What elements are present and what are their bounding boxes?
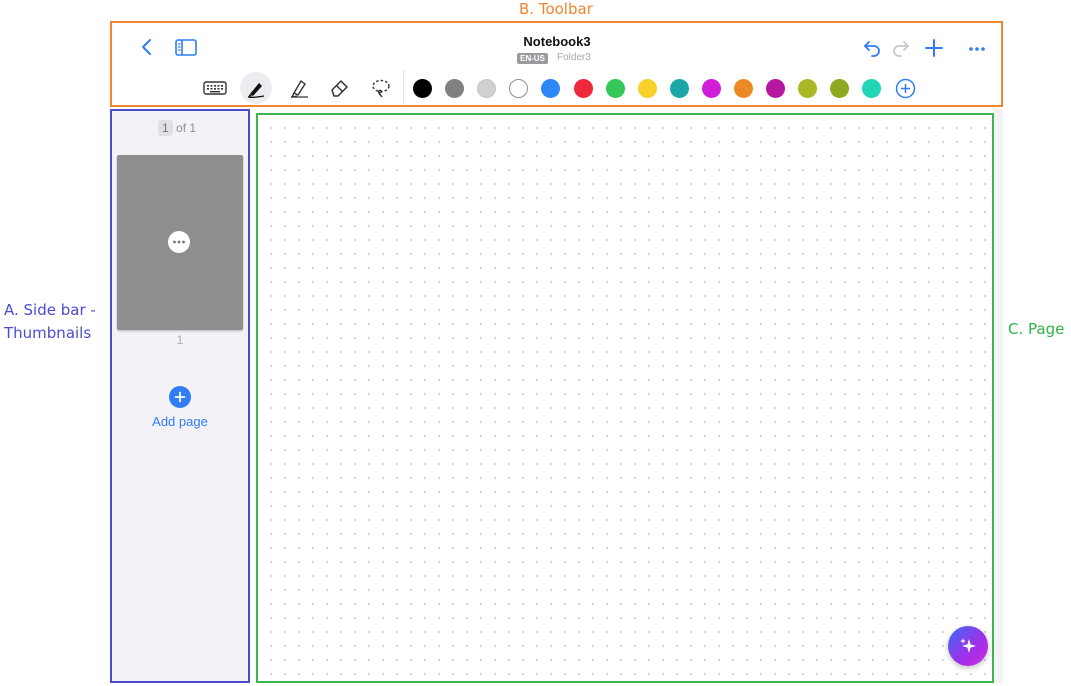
folder-name[interactable]: Folder3	[557, 52, 591, 63]
lasso-icon[interactable]	[366, 73, 396, 103]
add-page-button[interactable]: Add page	[117, 414, 243, 429]
sparkle-icon	[960, 638, 976, 653]
thumbnail-more-icon[interactable]	[168, 231, 190, 253]
sidebar-annotation-line2: Thumbnails	[4, 324, 92, 342]
thumbnail-label: 1	[176, 333, 184, 347]
color-swatch[interactable]	[413, 79, 432, 98]
add-color-icon[interactable]	[895, 78, 916, 99]
pen-icon[interactable]	[240, 72, 272, 104]
page-counter-current: 1	[158, 120, 173, 136]
add-page-icon[interactable]	[169, 386, 191, 408]
language-badge[interactable]: EN-US	[517, 53, 548, 64]
color-swatch[interactable]	[669, 79, 689, 98]
page-counter-total: of 1	[176, 121, 197, 135]
notebook-title[interactable]: Notebook3	[457, 34, 657, 49]
color-swatch[interactable]	[734, 79, 753, 98]
more-icon[interactable]	[966, 38, 988, 58]
color-swatch[interactable]	[605, 79, 625, 98]
sidebar-annotation-line1: A. Side bar -	[4, 301, 96, 319]
color-swatch[interactable]	[445, 79, 465, 98]
back-icon[interactable]	[140, 37, 154, 57]
add-icon[interactable]	[923, 37, 945, 59]
sidebar-toggle-icon[interactable]	[174, 38, 198, 58]
color-swatch[interactable]	[701, 79, 721, 98]
toolbar-annotation: B. Toolbar	[519, 0, 593, 18]
color-swatch[interactable]	[573, 79, 593, 98]
keyboard-icon[interactable]	[200, 73, 230, 103]
ai-sparkle-button[interactable]	[948, 626, 988, 666]
page-canvas[interactable]	[256, 113, 994, 683]
page-thumbnail[interactable]	[117, 155, 243, 330]
highlighter-icon[interactable]	[284, 73, 314, 103]
toolbar-divider	[403, 70, 404, 106]
page-counter: 1 of 1	[158, 120, 197, 136]
sidebar-annotation: A. Side bar - Thumbnails	[4, 299, 96, 345]
page-margin	[995, 109, 1003, 683]
color-swatch[interactable]	[766, 79, 786, 98]
redo-icon[interactable]	[891, 38, 911, 58]
color-swatch[interactable]	[637, 79, 657, 98]
undo-icon[interactable]	[862, 38, 882, 58]
page-annotation: C. Page	[1008, 320, 1065, 338]
eraser-icon[interactable]	[325, 73, 355, 103]
